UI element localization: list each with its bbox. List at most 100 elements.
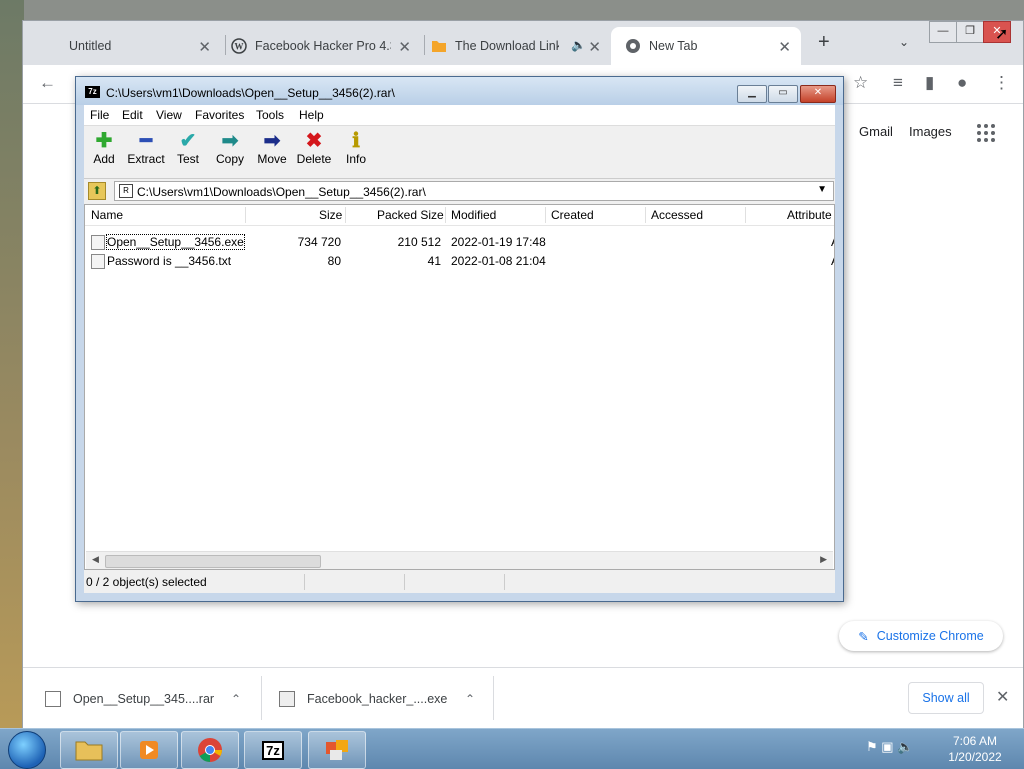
file-attribute: A	[831, 235, 834, 249]
scroll-right-icon[interactable]: ▶	[820, 554, 827, 565]
explorer-taskbar-button[interactable]	[60, 731, 118, 769]
menu-view[interactable]: View	[156, 108, 182, 122]
folder-up-icon[interactable]: ⬆	[88, 182, 106, 200]
chevron-up-icon[interactable]: ⌃	[465, 692, 475, 706]
move-button[interactable]: ➡ Move	[250, 130, 294, 166]
new-tab-button[interactable]: +	[818, 31, 830, 54]
file-row[interactable]: Open__Setup__3456.exe 734 720 210 512 20…	[85, 232, 834, 251]
col-divider	[545, 207, 546, 223]
shelf-divider	[493, 676, 494, 720]
clock[interactable]: 7:06 AM 1/20/2022	[940, 733, 1010, 765]
taskbar: 7z ⚑ ▣ 🔈 7:06 AM 1/20/2022	[0, 728, 1024, 769]
download-item[interactable]: Facebook_hacker_....exe ⌃	[279, 668, 489, 730]
7zip-logo-icon: 7z	[85, 86, 100, 98]
close-tab-icon[interactable]: ✕	[778, 38, 791, 56]
close-tab-icon[interactable]: ✕	[398, 38, 411, 56]
scrollbar-thumb[interactable]	[105, 555, 321, 568]
col-size[interactable]: Size	[319, 208, 342, 222]
start-button[interactable]	[8, 731, 46, 769]
customize-chrome-button[interactable]: ✎ Customize Chrome	[839, 621, 1003, 651]
minimize-icon[interactable]: —	[929, 21, 957, 43]
status-divider	[304, 574, 305, 590]
bookmark-star-icon[interactable]: ☆	[853, 73, 868, 93]
reading-list-icon[interactable]: ≡	[893, 73, 903, 93]
download-item[interactable]: Open__Setup__345....rar ⌃	[45, 668, 255, 730]
menu-tools[interactable]: Tools	[256, 108, 284, 122]
status-divider	[404, 574, 405, 590]
speaker-icon[interactable]: 🔈	[571, 38, 586, 52]
close-window-icon[interactable]: ✕	[800, 85, 836, 103]
tray-icons[interactable]: ⚑ ▣ 🔈	[866, 739, 913, 755]
file-row[interactable]: Password is __3456.txt 80 41 2022-01-08 …	[85, 251, 834, 270]
file-modified: 2022-01-19 17:48	[451, 235, 546, 249]
tab-search-icon[interactable]: ⌄	[899, 35, 909, 49]
col-attribute[interactable]: Attribute	[787, 208, 832, 222]
file-size: 80	[327, 254, 341, 268]
dropdown-arrow-icon[interactable]: ▼	[817, 184, 827, 195]
folder-icon	[75, 741, 103, 761]
col-divider	[445, 207, 446, 223]
menu-edit[interactable]: Edit	[122, 108, 143, 122]
col-created[interactable]: Created	[551, 208, 594, 222]
7zip-titlebar[interactable]: 7z C:\Users\vm1\Downloads\Open__Setup__3…	[76, 77, 843, 105]
profile-icon[interactable]: ●	[957, 73, 967, 93]
txt-file-icon	[91, 254, 105, 269]
media-player-taskbar-button[interactable]	[120, 731, 178, 769]
maximize-icon[interactable]: ▭	[768, 85, 798, 103]
google-apps-icon[interactable]	[977, 124, 995, 142]
info-button[interactable]: ℹ Info	[334, 130, 378, 166]
menu-favorites[interactable]: Favorites	[195, 108, 244, 122]
menu-file[interactable]: File	[90, 108, 109, 122]
tab-untitled[interactable]: Untitled ✕	[31, 27, 221, 65]
scroll-left-icon[interactable]: ◀	[92, 554, 99, 565]
file-attribute: A	[831, 254, 834, 268]
extract-button[interactable]: ━ Extract	[124, 130, 168, 166]
back-arrow-icon[interactable]: ←	[39, 73, 56, 93]
7zip-taskbar-button[interactable]: 7z	[244, 731, 302, 769]
close-shelf-icon[interactable]: ✕	[996, 687, 1009, 707]
chrome-taskbar-button[interactable]	[181, 731, 239, 769]
col-accessed[interactable]: Accessed	[651, 208, 703, 222]
col-name[interactable]: Name	[91, 208, 123, 222]
menu-kebab-icon[interactable]: ⋮	[993, 73, 1010, 93]
status-bar: 0 / 2 object(s) selected	[84, 572, 835, 592]
status-divider	[504, 574, 505, 590]
plus-icon: ✚	[95, 130, 113, 152]
side-panel-icon[interactable]: ▮	[925, 73, 934, 93]
shelf-divider	[261, 676, 262, 720]
clock-date: 1/20/2022	[948, 750, 1002, 764]
tab-title: Untitled	[69, 39, 112, 53]
maximize-icon[interactable]: ❐	[956, 21, 984, 43]
clock-time: 7:06 AM	[952, 734, 998, 748]
minimize-icon[interactable]: ▁	[737, 85, 767, 103]
tab-new-tab[interactable]: New Tab ✕	[611, 27, 801, 65]
tool-label: Add	[93, 152, 115, 166]
file-name: Password is __3456.txt	[107, 254, 232, 268]
col-packed-size[interactable]: Packed Size	[377, 208, 444, 222]
copy-button[interactable]: ➡ Copy	[208, 130, 252, 166]
col-modified[interactable]: Modified	[451, 208, 496, 222]
tab-facebook-hacker[interactable]: W Facebook Hacker Pro 4.3 ✕	[231, 27, 421, 65]
file-packed-size: 41	[427, 254, 441, 268]
tab-title: Facebook Hacker Pro 4.3	[255, 39, 391, 53]
horizontal-scrollbar[interactable]: ◀ ▶	[86, 551, 833, 569]
exe-file-icon	[279, 691, 295, 707]
close-tab-icon[interactable]: ✕	[588, 38, 601, 56]
folder-icon	[432, 41, 446, 52]
add-button[interactable]: ✚ Add	[82, 130, 126, 166]
address-bar: ⬆ R C:\Users\vm1\Downloads\Open__Setup__…	[84, 178, 835, 203]
customize-label: Customize Chrome	[876, 629, 984, 643]
path-combobox[interactable]: R C:\Users\vm1\Downloads\Open__Setup__34…	[114, 181, 834, 201]
test-button[interactable]: ✔ Test	[166, 130, 210, 166]
images-link[interactable]: Images	[909, 124, 952, 139]
chevron-up-icon[interactable]: ⌃	[231, 692, 241, 706]
show-all-button[interactable]: Show all	[908, 682, 984, 714]
app-taskbar-button[interactable]	[308, 731, 366, 769]
close-tab-icon[interactable]: ✕	[198, 38, 211, 56]
mouse-cursor-icon: ➚	[995, 26, 1009, 43]
tab-download-link[interactable]: The Download Link 🔈 ✕	[423, 27, 611, 65]
gmail-link[interactable]: Gmail	[859, 124, 893, 139]
delete-button[interactable]: ✖ Delete	[292, 130, 336, 166]
file-list: Name Size Packed Size Modified Created A…	[84, 204, 835, 570]
menu-help[interactable]: Help	[299, 108, 324, 122]
